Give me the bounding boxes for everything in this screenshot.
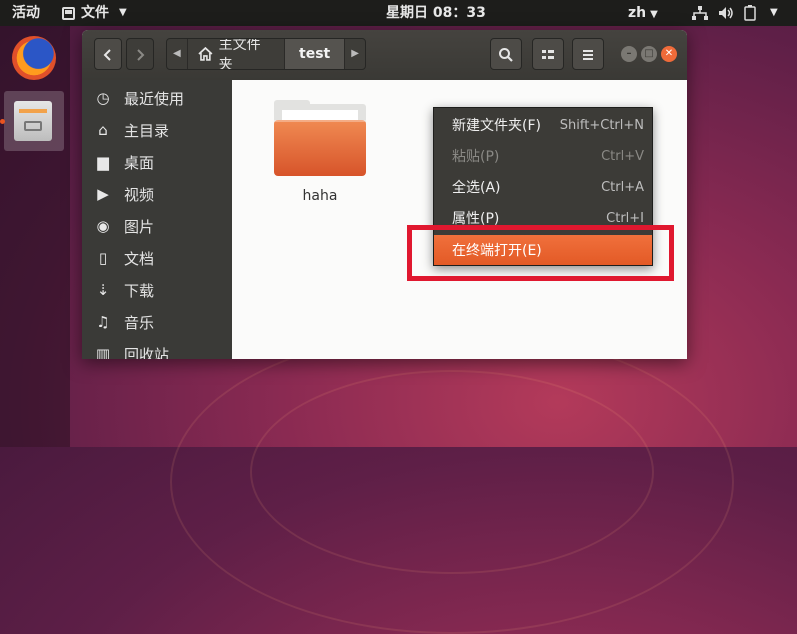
- sidebar-item-label: 文档: [124, 249, 155, 268]
- running-indicator: [0, 119, 5, 124]
- menu-item-shortcut: Ctrl+A: [601, 179, 644, 195]
- sidebar-item-music[interactable]: ♫ 音乐: [82, 306, 232, 338]
- hamburger-icon: [583, 49, 593, 60]
- document-icon: ▯: [98, 249, 108, 267]
- menu-item-shortcut: Shift+Ctrl+N: [559, 117, 644, 133]
- chevron-right-icon: [137, 48, 145, 61]
- sidebar-item-home[interactable]: ⌂ 主目录: [82, 114, 232, 146]
- sidebar-item-downloads[interactable]: ⇣ 下载: [82, 274, 232, 306]
- activities-button[interactable]: 活动: [12, 0, 40, 26]
- chevron-down-icon: ▼: [119, 7, 127, 18]
- sidebar-item-label: 回收站: [124, 345, 170, 360]
- menu-item-shortcut: Ctrl+I: [606, 210, 644, 226]
- menu-item-label: 新建文件夹(F): [452, 118, 541, 134]
- firefox-icon[interactable]: [12, 36, 56, 80]
- sidebar-item-label: 主目录: [124, 121, 170, 140]
- system-menu[interactable]: ▼: [692, 0, 778, 26]
- wallpaper-ring: [250, 370, 654, 574]
- view-toggle-button[interactable]: [532, 38, 564, 70]
- video-icon: ▶: [97, 185, 109, 203]
- breadcrumb-scroll-left[interactable]: ◀: [167, 39, 188, 69]
- input-method-menu[interactable]: zh ▼: [628, 0, 658, 26]
- menu-item-shortcut: Ctrl+V: [601, 148, 644, 164]
- search-icon: [499, 47, 513, 62]
- battery-icon: [744, 5, 756, 21]
- sidebar-item-trash[interactable]: ▥ 回收站: [82, 338, 232, 359]
- files-app-icon: [62, 6, 75, 20]
- home-icon: ⌂: [98, 121, 108, 139]
- files-icon[interactable]: [14, 101, 52, 141]
- network-icon: [692, 6, 708, 20]
- breadcrumb: ◀ 主文件夹 test ▶: [166, 38, 366, 70]
- sidebar-item-documents[interactable]: ▯ 文档: [82, 242, 232, 274]
- music-icon: ♫: [96, 313, 110, 331]
- input-method-label: zh: [628, 5, 647, 21]
- sidebar-item-label: 视频: [124, 185, 155, 204]
- menu-item-paste[interactable]: 粘贴(P) Ctrl+V: [434, 141, 652, 171]
- forward-button[interactable]: [126, 38, 154, 70]
- sidebar-item-label: 下载: [124, 281, 155, 300]
- maximize-button[interactable]: □: [641, 46, 657, 62]
- camera-icon: ◉: [96, 217, 110, 235]
- app-menu[interactable]: 文件 ▼: [62, 0, 127, 26]
- menu-item-select-all[interactable]: 全选(A) Ctrl+A: [434, 172, 652, 202]
- chevron-down-icon: ▼: [650, 9, 658, 20]
- sidebar-item-label: 音乐: [124, 313, 155, 332]
- menu-item-label: 全选(A): [452, 180, 501, 196]
- sidebar-item-videos[interactable]: ▶ 视频: [82, 178, 232, 210]
- breadcrumb-home[interactable]: 主文件夹: [188, 39, 285, 69]
- header-bar: ◀ 主文件夹 test ▶ – □ ✕: [82, 30, 687, 80]
- clock-icon: ◷: [96, 89, 110, 107]
- dock: [0, 26, 70, 447]
- sidebar-item-label: 最近使用: [124, 89, 185, 108]
- chevron-down-icon: ▼: [770, 7, 778, 18]
- volume-icon: [719, 7, 733, 19]
- breadcrumb-home-label: 主文件夹: [218, 38, 261, 70]
- folder-icon: ▆: [97, 153, 109, 171]
- clock[interactable]: 星期日 08：33: [386, 0, 486, 26]
- home-icon: [198, 47, 213, 61]
- sidebar: ◷ 最近使用 ⌂ 主目录 ▆ 桌面 ▶ 视频 ◉ 图片 ▯ 文档 ⇣ 下载 ♫: [82, 80, 232, 359]
- breadcrumb-scroll-right[interactable]: ▶: [344, 39, 365, 69]
- close-button[interactable]: ✕: [661, 46, 677, 62]
- app-menu-label: 文件: [81, 5, 109, 21]
- list-view-icon: [542, 49, 554, 59]
- chevron-left-icon: [103, 48, 111, 61]
- menu-item-label: 粘贴(P): [452, 149, 500, 165]
- top-bar: 活动 文件 ▼ 星期日 08：33 zh ▼ ▼: [0, 0, 797, 26]
- download-icon: ⇣: [96, 281, 110, 299]
- back-button[interactable]: [94, 38, 122, 70]
- sidebar-item-label: 图片: [124, 217, 155, 236]
- sidebar-item-desktop[interactable]: ▆ 桌面: [82, 146, 232, 178]
- menu-button[interactable]: [572, 38, 604, 70]
- minimize-button[interactable]: –: [621, 46, 637, 62]
- sidebar-item-recent[interactable]: ◷ 最近使用: [82, 82, 232, 114]
- trash-icon: ▥: [95, 345, 111, 359]
- annotation-highlight-box: [407, 225, 674, 281]
- sidebar-item-pictures[interactable]: ◉ 图片: [82, 210, 232, 242]
- search-button[interactable]: [490, 38, 522, 70]
- menu-item-new-folder[interactable]: 新建文件夹(F) Shift+Ctrl+N: [434, 110, 652, 140]
- file-name: haha: [302, 188, 338, 204]
- breadcrumb-current[interactable]: test: [285, 39, 345, 69]
- sidebar-item-label: 桌面: [124, 153, 155, 172]
- folder-icon: [274, 120, 366, 176]
